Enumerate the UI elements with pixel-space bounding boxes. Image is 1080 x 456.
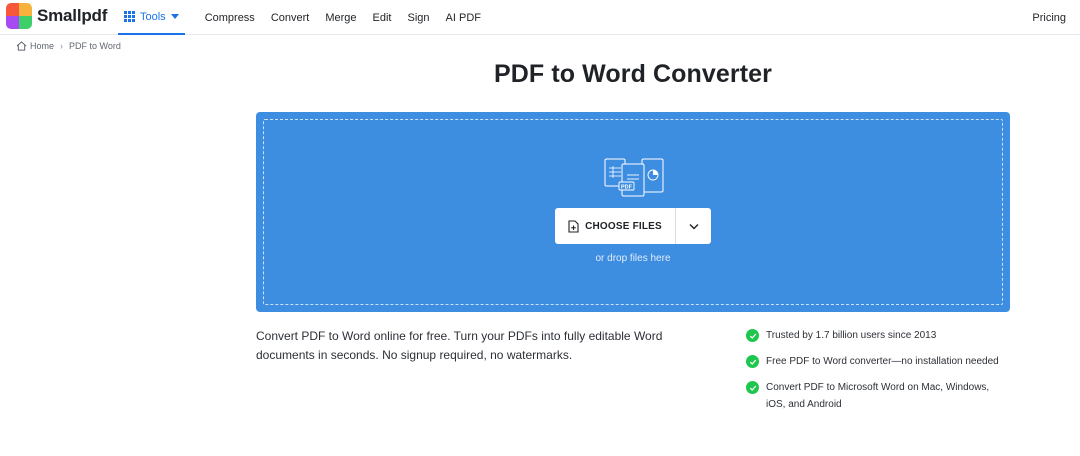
grid-icon [124,11,135,22]
feature-text: Free PDF to Word converter—no installati… [766,356,999,367]
documents-icon: PDF [604,158,664,197]
breadcrumb-home-link[interactable]: Home [30,41,54,51]
home-icon [16,41,27,51]
choose-files-label: CHOOSE FILES [585,220,662,232]
feature-item: Convert PDF to Microsoft Word on Mac, Wi… [746,379,1046,413]
feature-list: Trusted by 1.7 billion users since 2013 … [746,327,1046,422]
file-plus-icon [568,219,579,233]
nav-item-merge[interactable]: Merge [317,0,364,35]
chevron-down-icon [689,223,698,229]
feature-text: Trusted by 1.7 billion users since 2013 [766,330,937,341]
check-circle-icon [746,355,759,368]
tools-menu-button[interactable]: Tools [118,0,185,35]
check-circle-icon [746,329,759,342]
logo-mark-icon [6,3,32,29]
breadcrumb-current[interactable]: PDF to Word [69,41,121,51]
breadcrumb: Home › PDF to Word [16,41,121,51]
smallpdf-logo[interactable]: Smallpdf [6,3,107,29]
feature-item: Free PDF to Word converter—no installati… [746,353,1046,370]
nav-item-convert[interactable]: Convert [263,0,318,35]
nav-item-compress[interactable]: Compress [197,0,263,35]
pdf-badge-text: PDF [621,184,633,190]
choose-files-button[interactable]: CHOOSE FILES [555,208,675,244]
nav-item-edit[interactable]: Edit [365,0,400,35]
feature-item: Trusted by 1.7 billion users since 2013 [746,327,1046,344]
feature-text: Convert PDF to Microsoft Word on Mac, Wi… [766,382,990,410]
file-dropzone[interactable]: PDF CHOOSE FILES or drop files here [256,112,1010,312]
page-title: PDF to Word Converter [493,60,773,88]
tools-label: Tools [140,10,166,23]
main-nav: Tools Compress Convert Merge Edit Sign A… [118,0,489,35]
choose-files-button-group: CHOOSE FILES [555,208,711,244]
nav-item-sign[interactable]: Sign [400,0,438,35]
caret-down-icon [170,14,179,19]
tool-description: Convert PDF to Word online for free. Tur… [256,329,663,362]
choose-source-dropdown-button[interactable] [676,208,711,244]
logo-text: Smallpdf [37,6,108,25]
pricing-link[interactable]: Pricing [1032,0,1066,35]
breadcrumb-separator: › [60,41,64,51]
drop-files-hint: or drop files here [595,253,671,264]
nav-item-ai-pdf[interactable]: AI PDF [438,0,489,35]
check-circle-icon [746,381,759,394]
top-navigation-bar: Smallpdf Tools Compress Convert Merge Ed… [0,0,1080,35]
